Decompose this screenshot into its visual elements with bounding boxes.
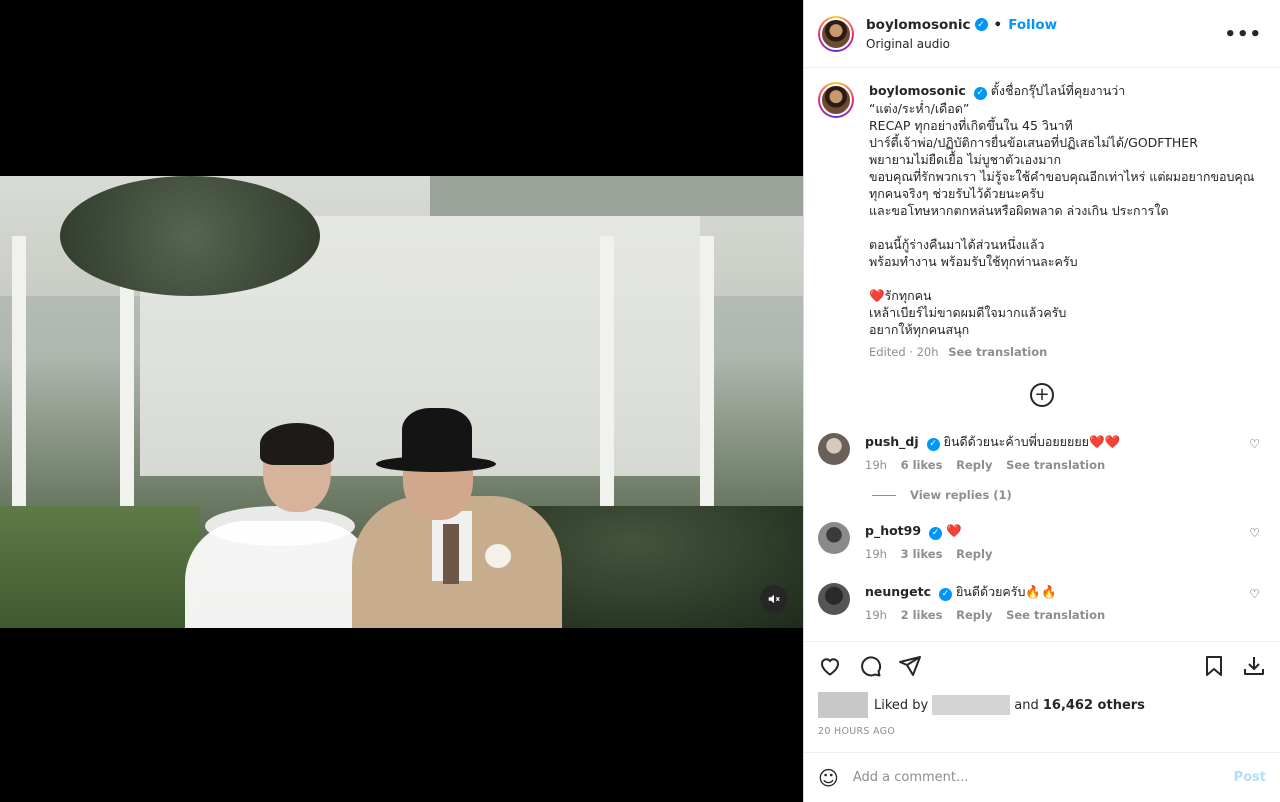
- comment-text: ❤️: [946, 523, 962, 538]
- video-hat-brim: [376, 456, 496, 472]
- audio-label[interactable]: Original audio: [866, 37, 1057, 51]
- bookmark-icon[interactable]: [1202, 654, 1226, 678]
- download-icon[interactable]: [1242, 654, 1266, 678]
- likes-summary: Liked by and 16,462 others: [818, 692, 1266, 718]
- reply-button[interactable]: Reply: [956, 608, 992, 622]
- see-translation-link[interactable]: See translation: [948, 345, 1047, 359]
- commenter-avatar[interactable]: [818, 583, 850, 615]
- video-hedge: [520, 506, 803, 628]
- comment-item: push_dj ✓ ยินดีด้วยนะค้าบพี่บอยยยยย❤️❤️ …: [818, 433, 1266, 474]
- video-boutonniere: [485, 544, 511, 568]
- video-bride-dress: [185, 521, 375, 628]
- liker-avatars-redacted: [818, 692, 868, 718]
- comment-time[interactable]: 19h: [865, 547, 887, 561]
- verified-badge-icon: ✓: [929, 527, 943, 540]
- caption-username[interactable]: boylomosonic: [869, 83, 966, 98]
- comment-like-icon[interactable]: ♡: [1249, 526, 1260, 540]
- caption-line: อยากให้ทุกคนสนุก: [869, 322, 970, 337]
- separator-dot: •: [993, 16, 1003, 33]
- comment-likes[interactable]: 2 likes: [901, 608, 943, 622]
- verified-badge-icon: ✓: [973, 87, 987, 100]
- caption-line: พร้อมทำงาน พร้อมรับใช้ทุกท่านละครับ: [869, 254, 1078, 269]
- edited-time: Edited · 20h: [869, 345, 939, 359]
- caption: boylomosonic ✓ ตั้งชื่อกรุ๊ปไลน์ที่คุยงา…: [818, 82, 1266, 361]
- caption-line: ทุกคนจริงๆ ช่วยรับไว้ด้วยนะครับ: [869, 186, 1045, 201]
- likes-count[interactable]: 16,462 others: [1043, 698, 1145, 713]
- video-bride-hair: [260, 423, 334, 465]
- author-avatar[interactable]: [818, 15, 854, 52]
- comment-item: p_hot99 ✓ ❤️ 19h 3 likes Reply ♡: [818, 522, 1266, 563]
- mute-icon[interactable]: [760, 585, 788, 613]
- heart-icon[interactable]: [818, 654, 842, 678]
- caption-line: ขอบคุณที่รักพวกเรา ไม่รู้จะใช้คำขอบคุณอี…: [869, 169, 1255, 184]
- comment-time[interactable]: 19h: [865, 458, 887, 472]
- video-groom-tie: [443, 524, 459, 584]
- verified-badge-icon: ✓: [974, 18, 988, 31]
- reply-button[interactable]: Reply: [956, 547, 992, 561]
- caption-line: RECAP ทุกอย่างที่เกิดขึ้นใน 45 วินาที: [869, 118, 1073, 133]
- caption-avatar[interactable]: [818, 82, 854, 118]
- caption-line: เหล้าเบียร์ไม่ขาดผมดีใจมากแล้วครับ: [869, 305, 1067, 320]
- view-replies-label: View replies (1): [910, 488, 1012, 502]
- caption-line: และขอโทษหากตกหล่นหรือผิดพลาด ล่วงเกิน ปร…: [869, 203, 1169, 218]
- post-comment-button[interactable]: Post: [1234, 770, 1266, 785]
- see-translation-link[interactable]: See translation: [1006, 608, 1105, 622]
- caption-line: “แต่ง/ระห่ำ/เดือด”: [869, 101, 970, 116]
- verified-badge-icon: ✓: [938, 588, 952, 601]
- comment-username[interactable]: neungetc: [865, 584, 931, 599]
- media-pane: [0, 0, 803, 802]
- comment-input[interactable]: [852, 770, 1234, 785]
- caption-meta: Edited · 20h See translation: [869, 344, 1259, 361]
- post-video[interactable]: [0, 176, 803, 628]
- reply-button[interactable]: Reply: [956, 458, 992, 472]
- caption-line: ปาร์ตี้เจ้าพ่อ/ปฏิบัติการยื่นข้อเสนอที่ป…: [869, 135, 1198, 150]
- author-username[interactable]: boylomosonic: [866, 17, 971, 33]
- caption-line: ❤️รักทุกคน: [869, 288, 932, 303]
- see-translation-link[interactable]: See translation: [1006, 458, 1105, 472]
- comment-like-icon[interactable]: ♡: [1249, 587, 1260, 601]
- caption-line: พยายามไม่ยืดเยื้อ ไม่บูชาตัวเองมาก: [869, 152, 1062, 167]
- comments-section[interactable]: boylomosonic ✓ ตั้งชื่อกรุ๊ปไลน์ที่คุยงา…: [804, 68, 1280, 641]
- comment-text: ยินดีด้วยนะค้าบพี่บอยยยยย❤️❤️: [943, 434, 1121, 449]
- instagram-post-view: boylomosonic ✓ • Follow Original audio •…: [0, 0, 1280, 802]
- caption-line: ตั้งชื่อกรุ๊ปไลน์ที่คุยงานว่า: [990, 83, 1126, 98]
- share-icon[interactable]: [898, 654, 922, 678]
- video-roof: [430, 176, 803, 216]
- add-comment-bar: ☺ Post: [804, 752, 1280, 802]
- load-more: +: [818, 383, 1266, 407]
- more-options-icon[interactable]: •••: [1224, 24, 1262, 45]
- commenter-avatar[interactable]: [818, 433, 850, 465]
- comment-username[interactable]: p_hot99: [865, 523, 921, 538]
- commenter-avatar[interactable]: [818, 522, 850, 554]
- comment-like-icon[interactable]: ♡: [1249, 437, 1260, 451]
- comment-username[interactable]: push_dj: [865, 434, 919, 449]
- verified-badge-icon: ✓: [926, 438, 940, 451]
- follow-button[interactable]: Follow: [1008, 17, 1057, 33]
- post-panel: boylomosonic ✓ • Follow Original audio •…: [803, 0, 1280, 802]
- caption-line: ตอนนี้กู้ร่างคืนมาได้ส่วนหนึ่งแล้ว: [869, 237, 1045, 252]
- video-hat-top: [402, 408, 472, 462]
- post-timestamp[interactable]: 20 HOURS AGO: [818, 726, 1266, 737]
- plus-icon[interactable]: +: [1030, 383, 1054, 407]
- post-header: boylomosonic ✓ • Follow Original audio •…: [804, 0, 1280, 68]
- video-tree: [60, 176, 320, 296]
- likes-and: and: [1014, 697, 1039, 713]
- post-actions: Liked by and 16,462 others 20 HOURS AGO: [804, 641, 1280, 737]
- comment-text: ยินดีด้วยครับ🔥🔥: [955, 584, 1057, 599]
- video-lawn: [0, 506, 200, 628]
- comment-likes[interactable]: 6 likes: [901, 458, 943, 472]
- comment-icon[interactable]: [858, 654, 882, 678]
- liked-by-label: Liked by: [874, 697, 929, 713]
- comment-item: neungetc ✓ ยินดีด้วยครับ🔥🔥 19h 2 likes R…: [818, 583, 1266, 624]
- view-replies-button[interactable]: View replies (1): [872, 488, 1266, 502]
- liker-name-redacted: [932, 695, 1011, 715]
- comment-time[interactable]: 19h: [865, 608, 887, 622]
- comment-likes[interactable]: 3 likes: [901, 547, 943, 561]
- emoji-icon[interactable]: ☺: [818, 766, 839, 790]
